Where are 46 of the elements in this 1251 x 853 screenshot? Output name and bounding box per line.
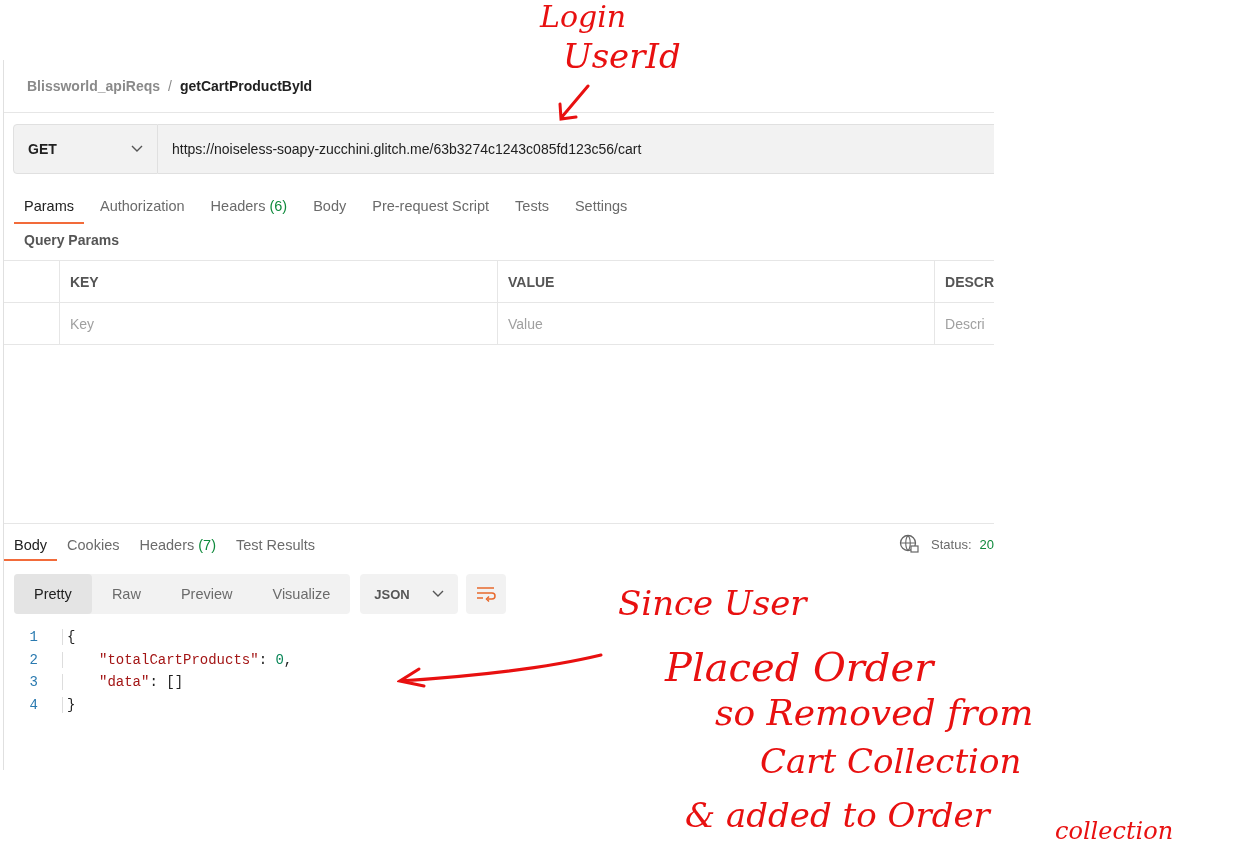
response-tab[interactable]: Headers (7) bbox=[129, 527, 226, 561]
request-tab[interactable]: Tests bbox=[505, 188, 559, 224]
method-dropdown[interactable]: GET bbox=[13, 124, 158, 174]
handwritten-note: Login bbox=[540, 0, 627, 33]
chevron-down-icon bbox=[432, 590, 445, 598]
handwritten-note: Placed Order bbox=[665, 645, 934, 689]
response-tab[interactable]: Test Results bbox=[226, 527, 325, 561]
line-number: 1 bbox=[28, 629, 39, 646]
view-mode-tab[interactable]: Pretty bbox=[14, 574, 92, 614]
request-name: getCartProductById bbox=[179, 78, 313, 94]
line-number: 2 bbox=[28, 651, 39, 668]
format-dropdown[interactable]: JSON bbox=[360, 574, 459, 614]
breadcrumb-separator: / bbox=[168, 78, 172, 94]
code-line: "totalCartProducts": 0, bbox=[62, 651, 293, 668]
request-tab[interactable]: Authorization bbox=[89, 188, 195, 224]
handwritten-note: collection bbox=[1055, 818, 1174, 845]
response-tab[interactable]: Body bbox=[4, 527, 58, 561]
handwritten-note: so Removed from bbox=[715, 693, 1034, 733]
view-mode-tab[interactable]: Preview bbox=[160, 574, 253, 614]
handwritten-note: & added to Order bbox=[685, 797, 990, 835]
handwritten-note: Since User bbox=[618, 585, 807, 623]
handwritten-note: UserId bbox=[563, 38, 681, 76]
column-header: DESCR bbox=[934, 261, 994, 302]
response-tab[interactable]: Cookies bbox=[57, 527, 130, 561]
code-line: "data": [] bbox=[62, 674, 184, 691]
chevron-down-icon bbox=[131, 145, 143, 153]
url-field[interactable]: https://noiseless-soapy-zucchini.glitch.me/63b3274c1243c085fd123c56/cart bbox=[158, 124, 994, 174]
request-tab[interactable]: Body bbox=[303, 188, 357, 224]
request-tab[interactable]: Settings bbox=[564, 188, 638, 224]
code-line: } bbox=[62, 696, 76, 713]
view-mode-tab[interactable]: Raw bbox=[91, 574, 161, 614]
request-tab[interactable]: Headers (6) bbox=[200, 188, 298, 224]
handwritten-note: Cart Collection bbox=[760, 743, 1022, 781]
line-number: 4 bbox=[28, 696, 39, 713]
view-mode-tab[interactable]: Visualize bbox=[252, 574, 351, 614]
status-code: 20 bbox=[979, 536, 994, 552]
line-number: 3 bbox=[28, 674, 39, 691]
collection-name[interactable]: Blissworld_apiReqs bbox=[27, 78, 161, 94]
code-line: { bbox=[62, 629, 76, 646]
request-tab[interactable]: Pre-request Script bbox=[362, 188, 500, 224]
request-tab[interactable]: Params bbox=[14, 188, 84, 224]
globe-lock-icon[interactable] bbox=[899, 534, 920, 554]
status-label: Status: bbox=[931, 536, 972, 552]
wrap-lines-icon bbox=[476, 586, 497, 602]
handwritten-arrow bbox=[556, 84, 592, 122]
section-title: Query Params bbox=[23, 231, 120, 250]
